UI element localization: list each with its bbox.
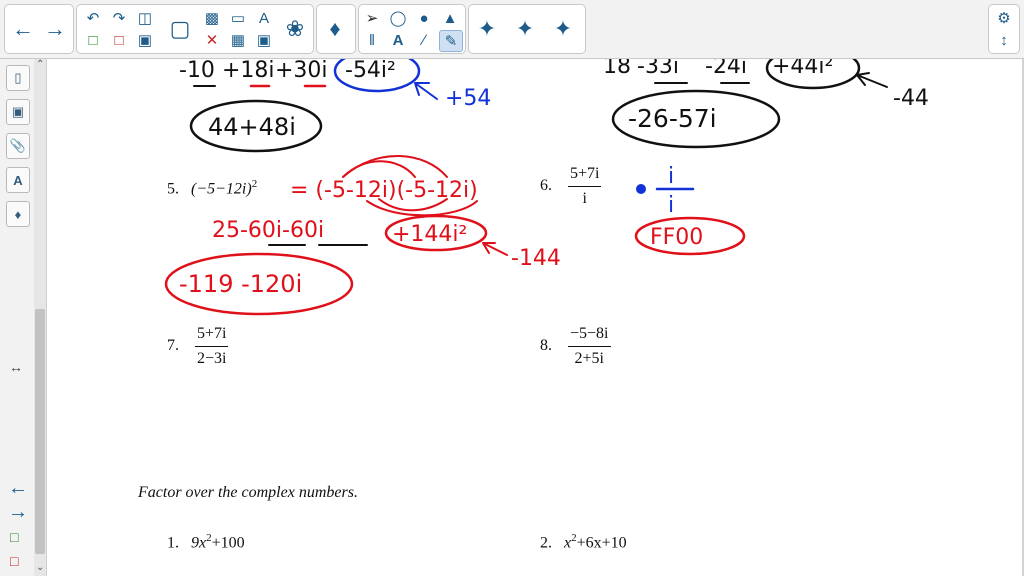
ink-multiplier-numerator: i bbox=[668, 164, 674, 189]
addons-puzzle-icon[interactable]: ♦ bbox=[321, 9, 349, 49]
screen-capture-icon[interactable]: ▢ bbox=[165, 9, 195, 49]
ink-term: +18i bbox=[222, 59, 275, 83]
ink-note: -144 bbox=[511, 246, 561, 271]
attachments-icon[interactable]: 📎 bbox=[6, 133, 30, 159]
gallery-icon[interactable]: ▣ bbox=[6, 99, 30, 125]
delete-page-icon[interactable]: □ bbox=[10, 553, 18, 569]
page-sorter-icon[interactable]: ▯ bbox=[6, 65, 30, 91]
ink-box: +144i² bbox=[392, 222, 467, 247]
ink-arrow bbox=[856, 72, 888, 88]
activity-builder-icon[interactable]: ❀ bbox=[281, 9, 309, 49]
resize-handle-icon[interactable]: ↔ bbox=[9, 359, 23, 375]
fill-icon[interactable]: ● bbox=[413, 8, 435, 28]
nav-group: ← → bbox=[4, 4, 74, 54]
ink-dot bbox=[636, 184, 646, 194]
vertical-scrollbar[interactable]: ⌃ ⌄ bbox=[34, 59, 47, 576]
add-page-icon[interactable]: □ bbox=[82, 30, 104, 50]
ink-term: -54i² bbox=[345, 59, 396, 83]
delete-page-icon[interactable]: □ bbox=[108, 30, 130, 50]
highlighter-icon[interactable]: ✎ bbox=[439, 30, 463, 52]
redo-icon[interactable]: ↷ bbox=[108, 8, 130, 28]
select-cursor-icon[interactable]: ➢ bbox=[361, 8, 383, 28]
ink-expansion: = (-5-12i)(-5-12i) bbox=[290, 178, 478, 203]
toolbar: ← → ↶ ↷ ◫ □ □ ▣ ▢ ▩ ▭ A ✕ ▦ ▣ ❀ ♦ ➢ ◯ ● … bbox=[0, 0, 1024, 59]
scroll-down-icon[interactable]: ⌄ bbox=[36, 562, 44, 573]
addons-icon[interactable]: ♦ bbox=[6, 201, 30, 227]
properties-icon[interactable]: A bbox=[6, 167, 30, 193]
ink-arrow bbox=[482, 242, 508, 256]
ink-layer: -10 +18i +30i -54i² +54 44+48i 18 -33i -… bbox=[164, 59, 929, 316]
ink-answer: 44+48i bbox=[208, 113, 296, 141]
clipboard-icon[interactable]: ◫ bbox=[134, 8, 156, 28]
eraser-icon[interactable]: ▲ bbox=[439, 8, 461, 28]
expand-icon[interactable]: ▣ bbox=[253, 30, 275, 50]
ink-term: -10 bbox=[179, 59, 215, 83]
ink-answer: -26-57i bbox=[628, 104, 717, 133]
delete-icon[interactable]: ✕ bbox=[201, 30, 223, 50]
edit-group: ↶ ↷ ◫ □ □ ▣ ▢ ▩ ▭ A ✕ ▦ ▣ ❀ bbox=[76, 4, 314, 54]
ink-arrow bbox=[414, 82, 438, 100]
ink-note: -44 bbox=[893, 86, 929, 111]
table-icon[interactable]: ▦ bbox=[227, 30, 249, 50]
magic-pen-group: ✦ ✦ ✦ bbox=[468, 4, 586, 54]
ink-multiplier-denominator: i bbox=[668, 193, 674, 218]
paste-icon[interactable]: ▩ bbox=[201, 8, 223, 28]
forward-arrow-icon[interactable]: → bbox=[41, 9, 69, 49]
whiteboard-canvas[interactable]: 5. (−5−12i)2 6. 5+7i i 7. 5+7i 2−3i 8. −5−… bbox=[47, 59, 1024, 576]
ink-answer: FF00 bbox=[650, 225, 703, 250]
back-arrow-icon[interactable]: ← bbox=[9, 9, 37, 49]
next-page-icon[interactable]: → bbox=[8, 501, 28, 524]
previous-page-icon[interactable]: ← bbox=[8, 477, 28, 500]
ink-term: 18 bbox=[603, 59, 631, 79]
text-format-icon[interactable]: A bbox=[253, 8, 275, 28]
scroll-thumb[interactable] bbox=[35, 309, 45, 554]
addons-group: ♦ bbox=[316, 4, 356, 54]
ink-note: +54 bbox=[445, 86, 491, 111]
save-icon[interactable]: ▣ bbox=[134, 30, 156, 50]
magic-pen-2-icon[interactable]: ✦ bbox=[511, 9, 539, 49]
fill-screen-icon[interactable]: ▭ bbox=[227, 8, 249, 28]
shapes-icon[interactable]: ◯ bbox=[387, 8, 409, 28]
expand-toolbar-icon[interactable]: ↕ bbox=[993, 30, 1015, 50]
settings-gear-icon[interactable]: ⚙ bbox=[993, 8, 1015, 28]
ink-term: -24i bbox=[705, 59, 747, 79]
undo-icon[interactable]: ↶ bbox=[82, 8, 104, 28]
ink-term: +30i bbox=[275, 59, 328, 83]
ink-term: -33i bbox=[637, 59, 679, 79]
scroll-up-icon[interactable]: ⌃ bbox=[36, 59, 44, 70]
magic-pen-1-icon[interactable]: ✦ bbox=[473, 9, 501, 49]
add-page-icon[interactable]: □ bbox=[10, 529, 18, 545]
magic-pen-3-icon[interactable]: ✦ bbox=[549, 9, 577, 49]
ink-answer: -119 -120i bbox=[179, 270, 302, 298]
text-tool-icon[interactable]: A bbox=[387, 30, 409, 50]
ink-step: 25-60i-60i bbox=[212, 218, 324, 243]
tools-group: ➢ ◯ ● ▲ ‖ A ∕ ✎ bbox=[358, 4, 466, 54]
settings-group: ⚙ ↕ bbox=[988, 4, 1020, 54]
pens-icon[interactable]: ‖ bbox=[361, 30, 383, 50]
ink-term: +44i² bbox=[772, 59, 833, 79]
sidebar: ▯ ▣ 📎 A ♦ ↔ ← → □ □ bbox=[0, 59, 35, 576]
ink-foil-arc bbox=[342, 155, 448, 178]
line-icon[interactable]: ∕ bbox=[413, 30, 435, 50]
